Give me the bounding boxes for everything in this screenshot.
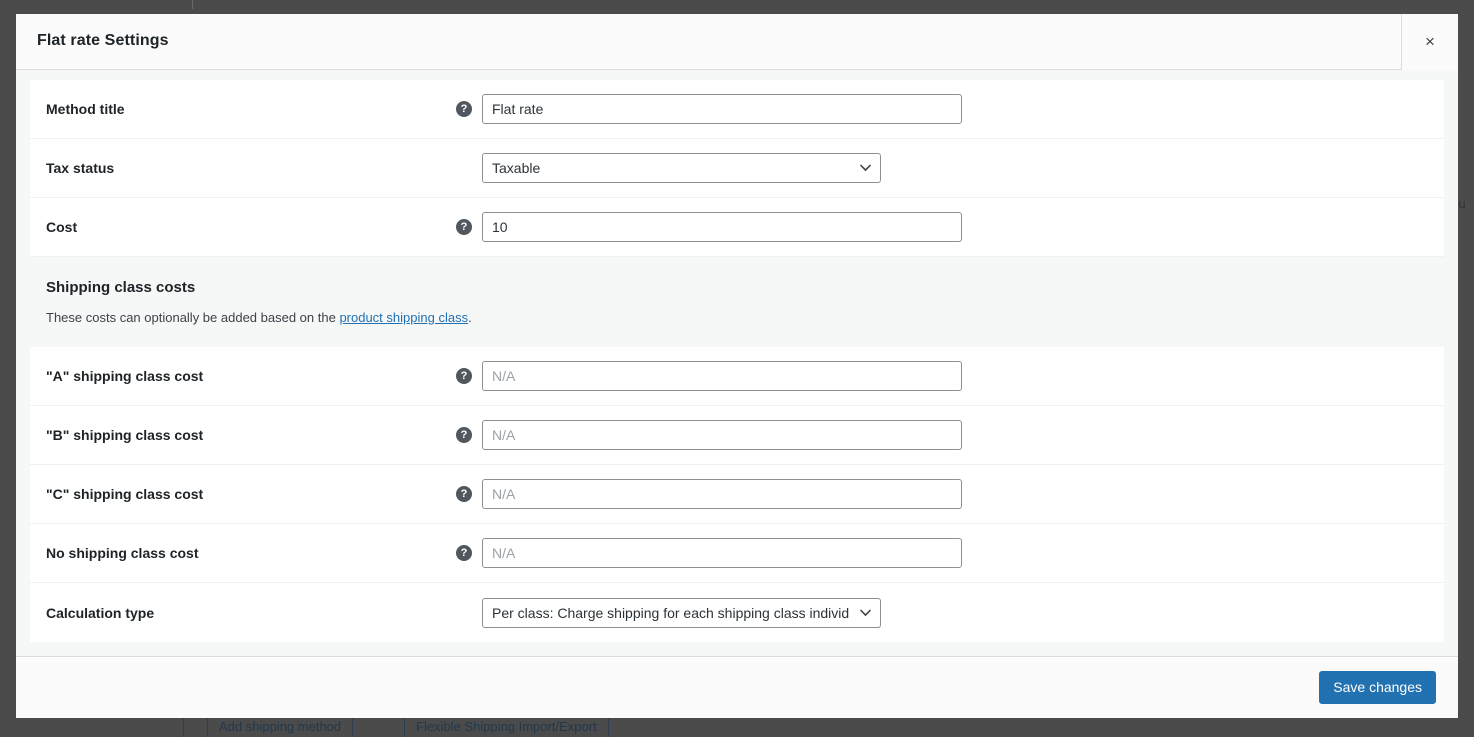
- field-label: No shipping class cost: [30, 545, 456, 561]
- class-a-cost-input[interactable]: [482, 361, 962, 391]
- field-control: ?: [456, 420, 1444, 450]
- close-icon[interactable]: ×: [1401, 14, 1458, 70]
- field-control: ?: [456, 538, 1444, 568]
- field-label: Method title: [30, 101, 456, 117]
- save-changes-button[interactable]: Save changes: [1319, 671, 1436, 704]
- calculation-type-select-wrap: [482, 598, 881, 628]
- help-icon[interactable]: ?: [456, 219, 472, 235]
- calculation-type-select[interactable]: [482, 598, 881, 628]
- section-description-text-before: These costs can optionally be added base…: [46, 310, 339, 325]
- no-class-cost-input[interactable]: [482, 538, 962, 568]
- background-flexible-shipping-import-export-button[interactable]: Flexible Shipping Import/Export: [404, 716, 609, 737]
- field-control: ?: [456, 361, 1444, 391]
- help-icon[interactable]: ?: [456, 486, 472, 502]
- cost-input[interactable]: [482, 212, 962, 242]
- form-row-class-c: "C" shipping class cost ?: [30, 465, 1444, 524]
- product-shipping-class-link[interactable]: product shipping class: [339, 310, 468, 325]
- shipping-class-costs-section: Shipping class costs These costs can opt…: [30, 257, 1444, 347]
- tax-status-select-wrap: [482, 153, 881, 183]
- form-row-method-title: Method title ?: [30, 80, 1444, 139]
- help-icon[interactable]: ?: [456, 368, 472, 384]
- section-description: These costs can optionally be added base…: [30, 310, 1444, 325]
- field-label: "C" shipping class cost: [30, 486, 456, 502]
- class-b-cost-input[interactable]: [482, 420, 962, 450]
- modal-body: Method title ? Tax status: [16, 70, 1458, 656]
- field-label: Calculation type: [30, 605, 456, 621]
- form-row-calculation-type: Calculation type: [30, 583, 1444, 642]
- modal-footer: Save changes: [16, 656, 1458, 718]
- background-add-shipping-method-button[interactable]: Add shipping method: [207, 716, 353, 737]
- section-description-text-after: .: [468, 310, 472, 325]
- modal-header: Flat rate Settings ×: [16, 14, 1458, 70]
- help-icon[interactable]: ?: [456, 427, 472, 443]
- page-title: Flat rate Settings: [37, 32, 169, 50]
- field-control: ?: [456, 94, 1444, 124]
- field-control: [456, 598, 1444, 628]
- help-icon[interactable]: ?: [456, 101, 472, 117]
- help-icon[interactable]: ?: [456, 545, 472, 561]
- form-row-tax-status: Tax status: [30, 139, 1444, 198]
- field-label: Cost: [30, 219, 456, 235]
- field-control: ?: [456, 479, 1444, 509]
- background-tick: [183, 716, 184, 737]
- method-title-input[interactable]: [482, 94, 962, 124]
- flat-rate-settings-modal: Flat rate Settings × Method title ? Tax …: [16, 14, 1458, 718]
- background-column-divider: [192, 0, 193, 9]
- form-row-class-a: "A" shipping class cost ?: [30, 347, 1444, 406]
- settings-form: Method title ? Tax status: [30, 80, 1444, 642]
- section-title: Shipping class costs: [30, 279, 1444, 296]
- form-row-cost: Cost ?: [30, 198, 1444, 257]
- field-label: Tax status: [30, 160, 456, 176]
- field-label: "A" shipping class cost: [30, 368, 456, 384]
- field-label: "B" shipping class cost: [30, 427, 456, 443]
- form-row-no-class: No shipping class cost ?: [30, 524, 1444, 583]
- field-control: [456, 153, 1444, 183]
- tax-status-select[interactable]: [482, 153, 881, 183]
- form-row-class-b: "B" shipping class cost ?: [30, 406, 1444, 465]
- class-c-cost-input[interactable]: [482, 479, 962, 509]
- field-control: ?: [456, 212, 1444, 242]
- background-bottom-toolbar: Add shipping method Flexible Shipping Im…: [0, 716, 1474, 737]
